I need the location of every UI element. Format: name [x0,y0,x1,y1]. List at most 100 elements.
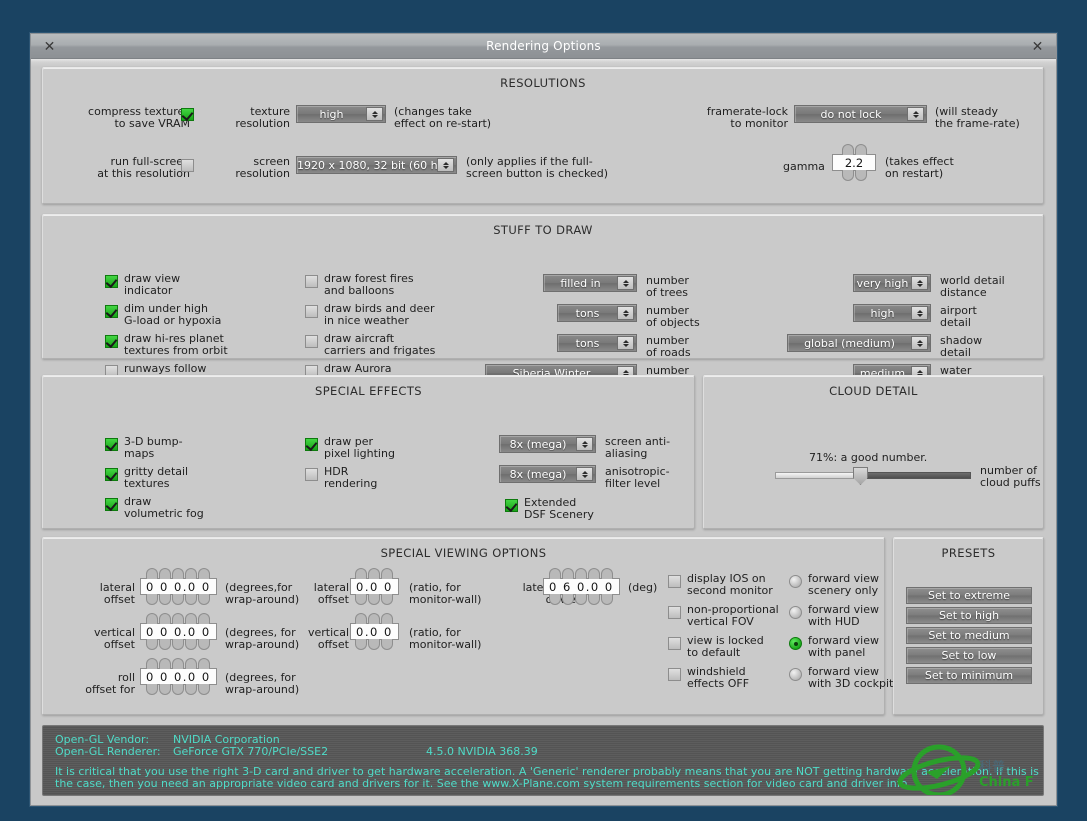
stepper-up-icon[interactable] [575,568,588,579]
spinner-4[interactable]: 0.0 0 [350,613,399,650]
spinner-value-2[interactable]: 0 0 0.0 0 [140,668,217,685]
stuff-to-draw-left-checkbox-0[interactable] [105,275,118,288]
stepper-down-icon[interactable] [146,639,159,650]
special-effects-mid-checkbox-1[interactable] [305,468,318,481]
stepper-down-icon[interactable] [575,594,588,605]
spinner-value-0[interactable]: 0 0 0.0 0 [140,578,217,595]
screen-resolution-dropdown[interactable]: 1920 x 1080, 32 bit (60 hz) [296,156,457,174]
stepper-down-icon[interactable] [159,594,172,605]
viewing-option-checkbox-1[interactable] [668,606,681,619]
stepper-down-icon[interactable] [381,639,394,650]
viewing-option-checkbox-3[interactable] [668,668,681,681]
forward-view-radio-2[interactable] [789,637,802,650]
spinner-2[interactable]: 0 0 0.0 0 [140,658,217,695]
stepper-down-icon[interactable] [381,594,394,605]
stepper-down-icon[interactable] [185,684,198,695]
extended-dsf-checkbox[interactable] [505,499,518,512]
framerate-lock-dropdown[interactable]: do not lock [794,105,927,123]
viewing-option-checkbox-2[interactable] [668,637,681,650]
stepper-up-icon[interactable] [355,613,368,624]
stepper-up-icon[interactable] [159,613,172,624]
close-icon-right[interactable]: ✕ [1028,37,1047,56]
spinner-0[interactable]: 0 0 0.0 0 [140,568,217,605]
gamma-value[interactable]: 2.2 [832,154,876,171]
aa-aniso-dropdown-1[interactable]: 8x (mega) [499,465,596,483]
trees-objects-roads-cars-dropdown-1[interactable]: tons [557,304,637,322]
spinner-3[interactable]: 0.0 0 [350,568,399,605]
special-effects-mid-checkbox-0[interactable] [305,438,318,451]
stepper-down-icon[interactable] [198,639,211,650]
stepper-up-icon[interactable] [172,613,185,624]
aa-aniso-dropdown-0[interactable]: 8x (mega) [499,435,596,453]
stuff-to-draw-mid-checkbox-0[interactable] [305,275,318,288]
stepper-up-icon[interactable] [185,658,198,669]
spinner-value-5[interactable]: 0 6 0.0 0 [543,578,620,595]
trees-objects-roads-cars-dropdown-0[interactable]: filled in [543,274,637,292]
stepper-down-icon[interactable] [146,594,159,605]
stepper-down-icon[interactable] [368,594,381,605]
stepper-up-icon[interactable] [381,613,394,624]
compress-textures-checkbox[interactable] [181,108,194,121]
stepper-down-icon[interactable] [355,639,368,650]
stepper-up-icon[interactable] [368,568,381,579]
special-effects-left-checkbox-0[interactable] [105,438,118,451]
viewing-option-checkbox-0[interactable] [668,575,681,588]
stepper-down-icon[interactable] [172,684,185,695]
forward-view-radio-1[interactable] [789,606,802,619]
stepper-up-icon[interactable] [159,568,172,579]
spinner-value-4[interactable]: 0.0 0 [350,623,399,640]
stepper-down-icon[interactable] [601,594,614,605]
stepper-up-icon[interactable] [355,568,368,579]
stepper-up-icon[interactable] [854,144,867,155]
detail-dropdown-2[interactable]: global (medium) [787,334,931,352]
stepper-up-icon[interactable] [172,658,185,669]
stuff-to-draw-mid-checkbox-1[interactable] [305,305,318,318]
stuff-to-draw-left-checkbox-2[interactable] [105,335,118,348]
stepper-up-icon[interactable] [198,568,211,579]
spinner-value-3[interactable]: 0.0 0 [350,578,399,595]
close-icon-left[interactable]: ✕ [40,37,59,56]
trees-objects-roads-cars-dropdown-2[interactable]: tons [557,334,637,352]
stepper-up-icon[interactable] [172,568,185,579]
stepper-up-icon[interactable] [549,568,562,579]
stepper-up-icon[interactable] [146,613,159,624]
forward-view-radio-0[interactable] [789,575,802,588]
stuff-to-draw-left-checkbox-1[interactable] [105,305,118,318]
stepper-down-icon[interactable] [198,594,211,605]
preset-button-1[interactable]: Set to high [906,607,1032,624]
stepper-up-icon[interactable] [588,568,601,579]
stepper-up-icon[interactable] [368,613,381,624]
stepper-down-icon[interactable] [185,594,198,605]
stepper-down-icon[interactable] [172,594,185,605]
stepper-up-icon[interactable] [146,658,159,669]
spinner-value-1[interactable]: 0 0 0.0 0 [140,623,217,640]
stepper-down-icon[interactable] [185,639,198,650]
preset-button-3[interactable]: Set to low [906,647,1032,664]
preset-button-4[interactable]: Set to minimum [906,667,1032,684]
spinner-1[interactable]: 0 0 0.0 0 [140,613,217,650]
stepper-up-icon[interactable] [146,568,159,579]
detail-dropdown-1[interactable]: high [853,304,931,322]
stepper-down-icon[interactable] [146,684,159,695]
stepper-up-icon[interactable] [185,568,198,579]
stepper-up-icon[interactable] [601,568,614,579]
special-effects-left-checkbox-2[interactable] [105,498,118,511]
stepper-down-icon[interactable] [562,594,575,605]
texture-resolution-dropdown[interactable]: high [296,105,386,123]
detail-dropdown-0[interactable]: very high [853,274,931,292]
stepper-up-icon[interactable] [159,658,172,669]
stepper-down-icon[interactable] [368,639,381,650]
stepper-down-icon[interactable] [841,170,854,181]
special-effects-left-checkbox-1[interactable] [105,468,118,481]
stepper-down-icon[interactable] [172,639,185,650]
slider-thumb[interactable] [853,467,868,485]
stepper-up-icon[interactable] [198,658,211,669]
spinner-5[interactable]: 0 6 0.0 0 [543,568,620,605]
stuff-to-draw-mid-checkbox-2[interactable] [305,335,318,348]
stepper-up-icon[interactable] [198,613,211,624]
stepper-up-icon[interactable] [841,144,854,155]
cloud-puffs-slider[interactable] [775,467,971,485]
stepper-down-icon[interactable] [588,594,601,605]
stepper-down-icon[interactable] [159,684,172,695]
stepper-up-icon[interactable] [381,568,394,579]
